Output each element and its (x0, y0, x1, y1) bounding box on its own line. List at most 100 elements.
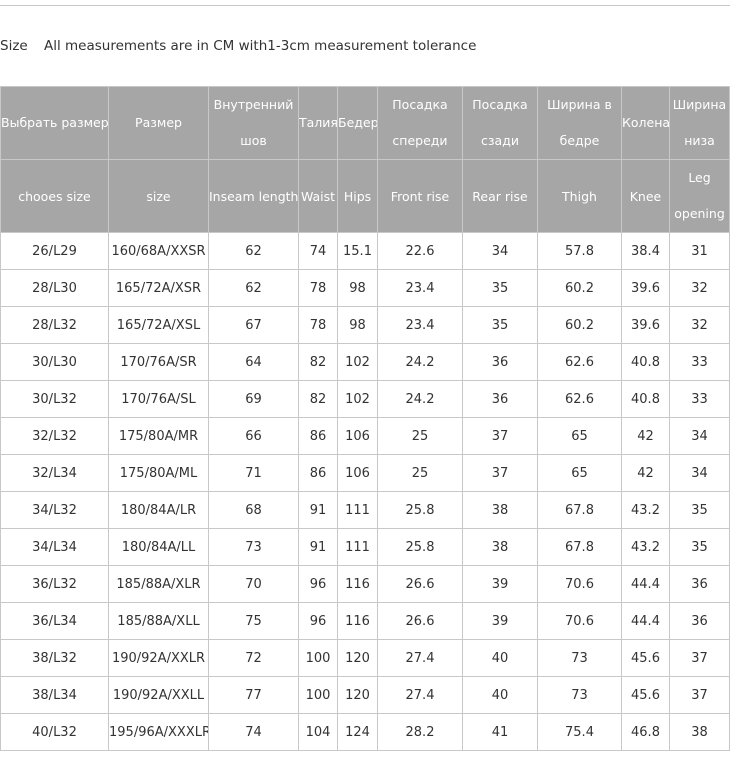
table-cell: 57.8 (537, 232, 622, 270)
table-cell: 23.4 (377, 269, 463, 307)
table-cell: 36 (669, 565, 730, 603)
table-row: 38/L32 190/92A/XXLR 72 100 120 27.4 40 73 45.6 37 (0, 639, 730, 677)
table-cell: 33 (669, 343, 730, 381)
table-cell: 75.4 (537, 713, 622, 751)
table-cell: 102 (337, 343, 378, 381)
table-cell: 67.8 (537, 528, 622, 566)
table-cell: 44.4 (621, 565, 670, 603)
table-cell: 25.8 (377, 528, 463, 566)
table-cell: 86 (298, 417, 338, 455)
table-cell: 35 (462, 269, 538, 307)
header-ru-cell: Ширина в бедре (537, 86, 622, 160)
table-cell: 120 (337, 676, 378, 714)
table-cell: 44.4 (621, 602, 670, 640)
table-cell: 40.8 (621, 343, 670, 381)
table-row: 28/L32 165/72A/XSL 67 78 98 23.4 35 60.2 39.6 32 (0, 306, 730, 344)
table-cell: 78 (298, 306, 338, 344)
table-cell: 185/88A/XLR (108, 565, 209, 603)
table-cell: 165/72A/XSR (108, 269, 209, 307)
table-cell: 39.6 (621, 306, 670, 344)
table-cell: 65 (537, 454, 622, 492)
table-cell: 72 (208, 639, 299, 677)
table-cell: 165/72A/XSL (108, 306, 209, 344)
table-cell: 70.6 (537, 602, 622, 640)
table-cell: 73 (208, 528, 299, 566)
caption-text: All measurements are in CM with1-3cm mea… (44, 38, 477, 54)
table-cell: 73 (537, 676, 622, 714)
header-en-cell: chooes size (0, 159, 109, 233)
header-ru-cell: Посадка сзади (462, 86, 538, 160)
table-cell: 39 (462, 565, 538, 603)
table-cell: 38/L34 (0, 676, 109, 714)
table-row: 30/L32 170/76A/SL 69 82 102 24.2 36 62.6 40.8 33 (0, 380, 730, 418)
table-row: 26/L29 160/68A/XXSR 62 74 15.1 22.6 34 57.8 38.4… (0, 232, 730, 270)
header-row-en: chooes size size Inseam length Waist Hip… (0, 159, 730, 233)
table-cell: 67 (208, 306, 299, 344)
table-cell: 36 (462, 380, 538, 418)
header-en-cell: Waist (298, 159, 338, 233)
table-cell: 68 (208, 491, 299, 529)
table-cell: 104 (298, 713, 338, 751)
table-cell: 180/84A/LL (108, 528, 209, 566)
table-cell: 28/L30 (0, 269, 109, 307)
table-cell: 35 (669, 491, 730, 529)
table-cell: 170/76A/SR (108, 343, 209, 381)
header-ru-cell: Колена (621, 86, 670, 160)
table-cell: 62 (208, 232, 299, 270)
caption-size-label: Size (0, 38, 28, 54)
header-ru-cell: Талия (298, 86, 338, 160)
table-cell: 86 (298, 454, 338, 492)
header-ru-cell: Ширина низа (669, 86, 730, 160)
table-cell: 185/88A/XLL (108, 602, 209, 640)
table-cell: 62.6 (537, 343, 622, 381)
table-cell: 195/96A/XXXLR (108, 713, 209, 751)
table-cell: 32/L34 (0, 454, 109, 492)
table-cell: 91 (298, 491, 338, 529)
table-cell: 116 (337, 565, 378, 603)
table-cell: 27.4 (377, 676, 463, 714)
table-cell: 43.2 (621, 528, 670, 566)
table-cell: 82 (298, 343, 338, 381)
table-cell: 32/L32 (0, 417, 109, 455)
table-cell: 35 (669, 528, 730, 566)
table-cell: 34 (462, 232, 538, 270)
table-row: 34/L32 180/84A/LR 68 91 111 25.8 38 67.8 43.2 35 (0, 491, 730, 529)
table-cell: 100 (298, 639, 338, 677)
table-cell: 22.6 (377, 232, 463, 270)
table-cell: 42 (621, 454, 670, 492)
table-cell: 15.1 (337, 232, 378, 270)
table-cell: 69 (208, 380, 299, 418)
size-caption: Size All measurements are in CM with1-3cm… (0, 38, 476, 54)
header-en-cell: Leg opening (669, 159, 730, 233)
table-cell: 98 (337, 269, 378, 307)
table-cell: 39.6 (621, 269, 670, 307)
table-cell: 25 (377, 417, 463, 455)
table-cell: 27.4 (377, 639, 463, 677)
header-en-cell: size (108, 159, 209, 233)
table-cell: 78 (298, 269, 338, 307)
header-ru-cell: Размер (108, 86, 209, 160)
header-en-cell: Knee (621, 159, 670, 233)
table-cell: 62 (208, 269, 299, 307)
table-cell: 30/L30 (0, 343, 109, 381)
table-cell: 180/84A/LR (108, 491, 209, 529)
table-header: Выбрать размер Размер Внутренний шов Тал… (0, 86, 730, 233)
header-row-ru: Выбрать размер Размер Внутренний шов Тал… (0, 86, 730, 160)
table-cell: 26.6 (377, 565, 463, 603)
table-cell: 36 (462, 343, 538, 381)
table-cell: 39 (462, 602, 538, 640)
table-row: 38/L34 190/92A/XXLL 77 100 120 27.4 40 73 45.6 37 (0, 676, 730, 714)
table-cell: 190/92A/XXLL (108, 676, 209, 714)
header-en-cell: Front rise (377, 159, 463, 233)
table-cell: 98 (337, 306, 378, 344)
table-cell: 120 (337, 639, 378, 677)
table-cell: 45.6 (621, 676, 670, 714)
table-cell: 70 (208, 565, 299, 603)
table-cell: 41 (462, 713, 538, 751)
table-cell: 24.2 (377, 343, 463, 381)
table-cell: 38 (462, 528, 538, 566)
table-cell: 37 (462, 417, 538, 455)
table-cell: 40.8 (621, 380, 670, 418)
table-cell: 67.8 (537, 491, 622, 529)
table-cell: 38 (462, 491, 538, 529)
